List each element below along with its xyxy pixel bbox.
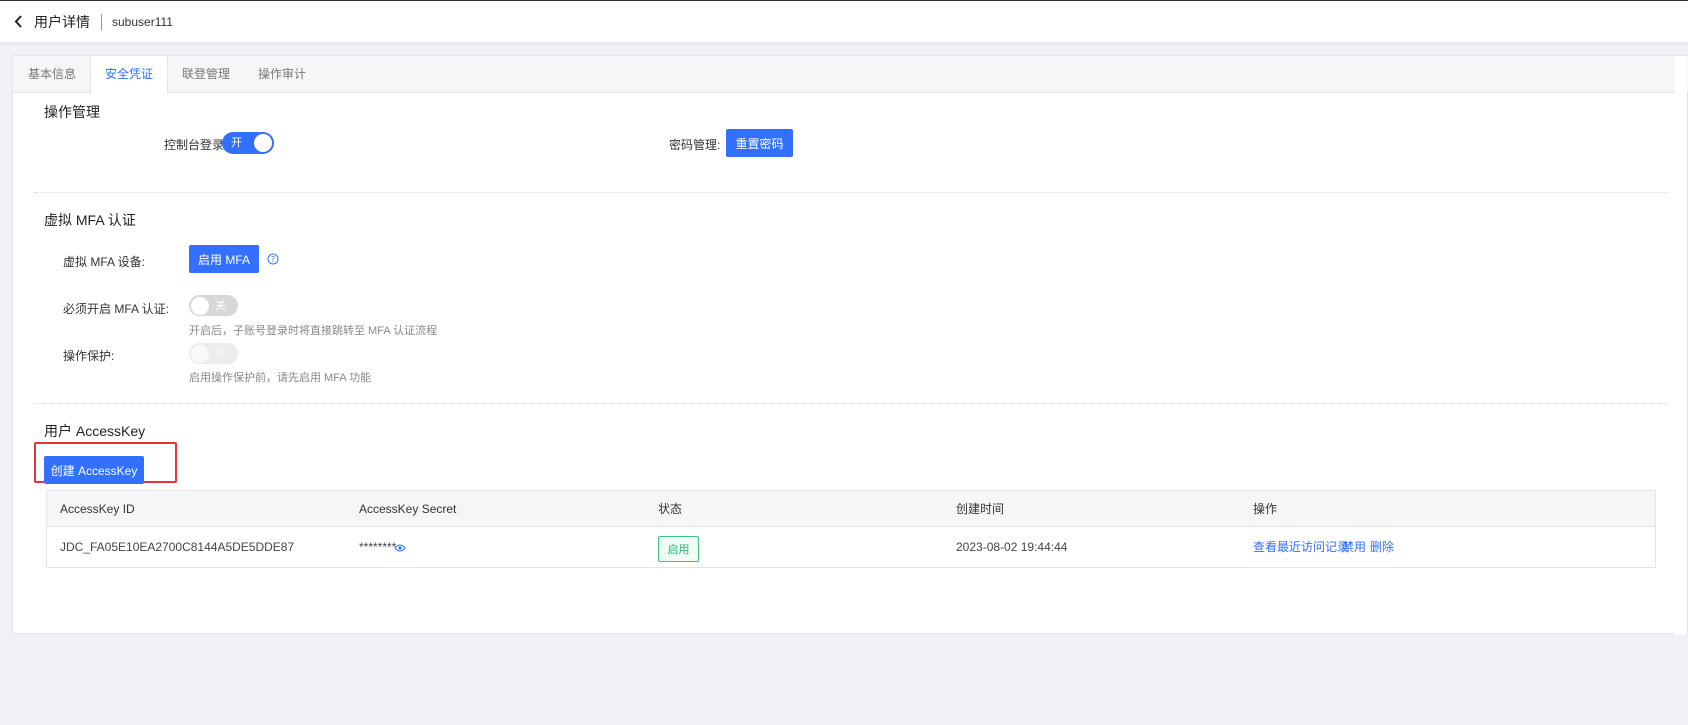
- operation-protect-switch-text: 关: [215, 348, 226, 360]
- svg-text:?: ?: [271, 255, 275, 264]
- back-arrow-icon[interactable]: [14, 15, 26, 29]
- section-divider: [35, 192, 1667, 193]
- force-mfa-hint: 开启后，子账号登录时将直接跳转至 MFA 认证流程: [189, 325, 438, 337]
- user-detail-card: 基本信息 安全凭证 联登管理 操作审计 操作管理 控制台登录: 开 密码管理: …: [12, 55, 1688, 635]
- reset-password-button[interactable]: 重置密码: [726, 129, 793, 157]
- switch-knob: [191, 345, 209, 363]
- operation-section-title: 操作管理: [44, 104, 100, 120]
- column-header-id: AccessKey ID: [60, 502, 135, 516]
- accesskey-secret: ********: [359, 540, 397, 554]
- accesskey-section-title: 用户 AccessKey: [44, 423, 146, 439]
- tab-security-credentials[interactable]: 安全凭证: [90, 56, 169, 94]
- operation-protect-switch[interactable]: 关: [189, 343, 238, 364]
- password-management-label: 密码管理:: [669, 138, 721, 152]
- accesskey-table: AccessKey ID AccessKey Secret 状态 创建时间 操作…: [46, 490, 1656, 568]
- delete-link[interactable]: 删除: [1370, 527, 1394, 568]
- tab-federated-login[interactable]: 联登管理: [168, 56, 244, 93]
- switch-knob: [191, 297, 209, 315]
- status-badge: 启用: [658, 536, 699, 562]
- view-access-log-link[interactable]: 查看最近访问记录: [1253, 527, 1349, 568]
- console-login-switch[interactable]: 开: [222, 132, 274, 154]
- create-accesskey-button[interactable]: 创建 AccessKey: [44, 456, 144, 484]
- operation-protect-label: 操作保护:: [63, 349, 115, 363]
- switch-knob: [254, 134, 272, 152]
- tab-basic-info[interactable]: 基本信息: [13, 56, 90, 93]
- column-header-status: 状态: [658, 502, 683, 516]
- console-login-label: 控制台登录:: [164, 138, 228, 152]
- disable-link[interactable]: 禁用: [1342, 527, 1366, 568]
- mfa-device-label: 虚拟 MFA 设备:: [63, 255, 146, 269]
- section-divider: [35, 403, 1667, 404]
- tab-operation-audit[interactable]: 操作审计: [244, 56, 320, 93]
- eye-icon[interactable]: [394, 542, 406, 552]
- table-header: AccessKey ID AccessKey Secret 状态 创建时间 操作: [47, 491, 1655, 527]
- force-mfa-label: 必须开启 MFA 认证:: [63, 302, 170, 316]
- title-divider: [101, 13, 102, 30]
- help-icon[interactable]: ?: [267, 253, 279, 265]
- mfa-section-title: 虚拟 MFA 认证: [44, 212, 136, 228]
- accesskey-id: JDC_FA05E10EA2700C8144A5DE5DDE87: [60, 540, 295, 554]
- scrollbar[interactable]: [1675, 56, 1687, 635]
- page-title: 用户详情: [34, 13, 90, 30]
- table-row: JDC_FA05E10EA2700C8144A5DE5DDE87 *******…: [47, 527, 1655, 568]
- username: subuser111: [112, 14, 173, 29]
- force-mfa-switch-text: 关: [215, 300, 226, 312]
- column-header-secret: AccessKey Secret: [359, 502, 457, 516]
- column-header-created: 创建时间: [956, 502, 1005, 516]
- column-header-actions: 操作: [1253, 502, 1278, 516]
- enable-mfa-button[interactable]: 启用 MFA: [189, 245, 259, 273]
- force-mfa-switch[interactable]: 关: [189, 295, 238, 316]
- operation-protect-hint: 启用操作保护前，请先启用 MFA 功能: [189, 372, 372, 384]
- created-time: 2023-08-02 19:44:44: [956, 540, 1068, 554]
- top-bar: 用户详情 subuser111: [0, 0, 1688, 42]
- console-login-switch-text: 开: [231, 137, 242, 149]
- tab-bar: 基本信息 安全凭证 联登管理 操作审计: [13, 56, 1688, 94]
